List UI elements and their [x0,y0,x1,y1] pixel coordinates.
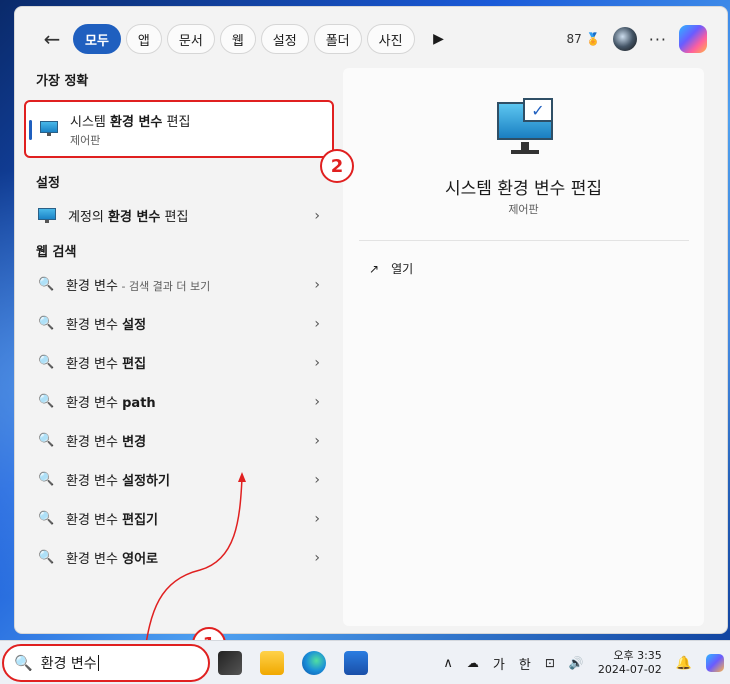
web-result-item[interactable]: 🔍 환경 변수 영어로 › [24,538,334,577]
ime-mode-han[interactable]: 한 [519,654,531,673]
microsoft-store-icon[interactable] [344,651,368,675]
show-hidden-icons-chevron-icon[interactable]: ∧ [443,656,453,671]
search-icon: 🔍 [38,277,55,292]
filter-chip-apps[interactable]: 앱 [125,24,162,54]
search-icon: 🔍 [38,433,55,448]
search-icon: 🔍 [38,511,55,526]
rewards-points[interactable]: 87 🏅 [567,32,601,46]
rewards-count: 87 [566,32,582,46]
search-icon: 🔍 [38,394,55,409]
web-result-label: 환경 변수 - 검색 결과 더 보기 [66,279,211,294]
settings-result-label: 계정의 환경 변수 편집 [68,210,189,225]
network-icon[interactable]: ⊡ [545,656,555,670]
copilot-icon[interactable] [679,25,707,53]
ime-mode-ga[interactable]: 가 [493,654,505,673]
open-label: 열기 [391,262,414,276]
web-result-label: 환경 변수 영어로 [66,552,158,567]
chevron-right-icon[interactable]: › [314,355,320,371]
more-options-icon[interactable]: ··· [649,30,667,49]
filter-chip-photos[interactable]: 사진 [366,24,415,54]
clock-date: 2024-07-02 [597,663,662,676]
filter-chip-settings[interactable]: 설정 [260,24,309,54]
section-best-match: 가장 정확 [36,73,89,89]
search-icon: 🔍 [14,654,33,672]
task-view-icon[interactable] [218,651,242,675]
more-filters-play-icon[interactable]: ▶ [426,24,452,54]
web-result-label: 환경 변수 편집기 [66,513,158,528]
system-properties-large-icon: ✓ [497,98,553,154]
chevron-right-icon[interactable]: › [314,277,320,293]
web-result-item[interactable]: 🔍 환경 변수 - 검색 결과 더 보기 › [24,265,334,304]
chevron-right-icon[interactable]: › [314,511,320,527]
system-properties-icon [38,207,58,224]
detail-pane: ✓ 시스템 환경 변수 편집 제어판 ↗ 열기 [343,68,704,626]
best-match-item[interactable]: 시스템 환경 변수 편집 제어판 [24,100,334,158]
taskbar-search-input[interactable]: 환경 변수 [41,653,97,673]
notification-bell-icon[interactable]: 🔔 [676,656,692,671]
web-result-label: 환경 변수 설정 [66,318,147,333]
filter-chip-all[interactable]: 모두 [73,24,121,54]
chevron-right-icon[interactable]: › [314,208,320,224]
chevron-right-icon[interactable]: › [314,550,320,566]
clock-time: 오후 3:35 [613,649,662,662]
search-icon: 🔍 [38,316,55,331]
best-match-subtitle: 제어판 [70,133,101,147]
web-result-label: 환경 변수 설정하기 [66,474,170,489]
system-properties-icon [40,121,60,137]
search-icon: 🔍 [38,550,55,565]
filter-chip-web[interactable]: 웹 [219,24,256,54]
filter-chip-documents[interactable]: 문서 [166,24,215,54]
web-result-item[interactable]: 🔍 환경 변수 path › [24,382,334,421]
clock[interactable]: 오후 3:35 2024-07-02 [598,649,662,677]
section-web-search: 웹 검색 [36,244,77,260]
file-explorer-icon[interactable] [260,651,284,675]
search-icon: 🔍 [38,472,55,487]
taskbar: 🔍 환경 변수 ∧ ☁ 가 한 ⊡ 🔊 오후 3:35 2024-07-02 🔔 [0,640,730,684]
onedrive-icon[interactable]: ☁ [467,656,479,670]
text-caret [97,655,99,671]
settings-result-item[interactable]: 계정의 환경 변수 편집 › [24,196,334,235]
detail-title: 시스템 환경 변수 편집 [445,179,602,199]
copilot-taskbar-icon[interactable] [706,654,724,672]
web-result-label: 환경 변수 변경 [66,435,147,450]
divider [359,240,689,241]
web-result-item[interactable]: 🔍 환경 변수 설정하기 › [24,460,334,499]
open-action[interactable]: ↗ 열기 [369,260,413,277]
annotation-badge-2: 2 [320,149,354,183]
chevron-right-icon[interactable]: › [314,433,320,449]
section-settings: 설정 [36,175,60,191]
back-arrow-icon[interactable]: ← [37,24,67,54]
filter-chip-folders[interactable]: 폴더 [313,24,362,54]
taskbar-search-box[interactable]: 🔍 환경 변수 [2,644,210,682]
web-result-item[interactable]: 🔍 환경 변수 편집 › [24,343,334,382]
volume-icon[interactable]: 🔊 [569,656,584,670]
header-right: 87 🏅 ··· [567,25,707,53]
open-external-icon: ↗ [369,261,380,276]
web-result-label: 환경 변수 편집 [66,357,147,372]
results-list: 가장 정확 시스템 환경 변수 편집 제어판 설정 계정의 환경 변수 편집 ›… [24,64,334,577]
system-tray: ∧ ☁ 가 한 ⊡ 🔊 오후 3:35 2024-07-02 🔔 [443,641,724,684]
web-result-item[interactable]: 🔍 환경 변수 설정 › [24,304,334,343]
edge-browser-icon[interactable] [302,651,326,675]
chevron-right-icon[interactable]: › [314,472,320,488]
avatar[interactable] [612,27,637,51]
chevron-right-icon[interactable]: › [314,394,320,410]
best-match-title: 시스템 환경 변수 편집 [70,114,191,130]
web-result-item[interactable]: 🔍 환경 변수 변경 › [24,421,334,460]
web-result-item[interactable]: 🔍 환경 변수 편집기 › [24,499,334,538]
detail-subtitle: 제어판 [508,203,539,216]
web-result-label: 환경 변수 path [66,396,156,411]
selection-accent [29,120,32,140]
chevron-right-icon[interactable]: › [314,316,320,332]
filter-bar: ← 모두 앱 문서 웹 설정 폴더 사진 ▶ [37,21,452,57]
search-icon: 🔍 [38,355,55,370]
medal-icon: 🏅 [585,32,601,46]
